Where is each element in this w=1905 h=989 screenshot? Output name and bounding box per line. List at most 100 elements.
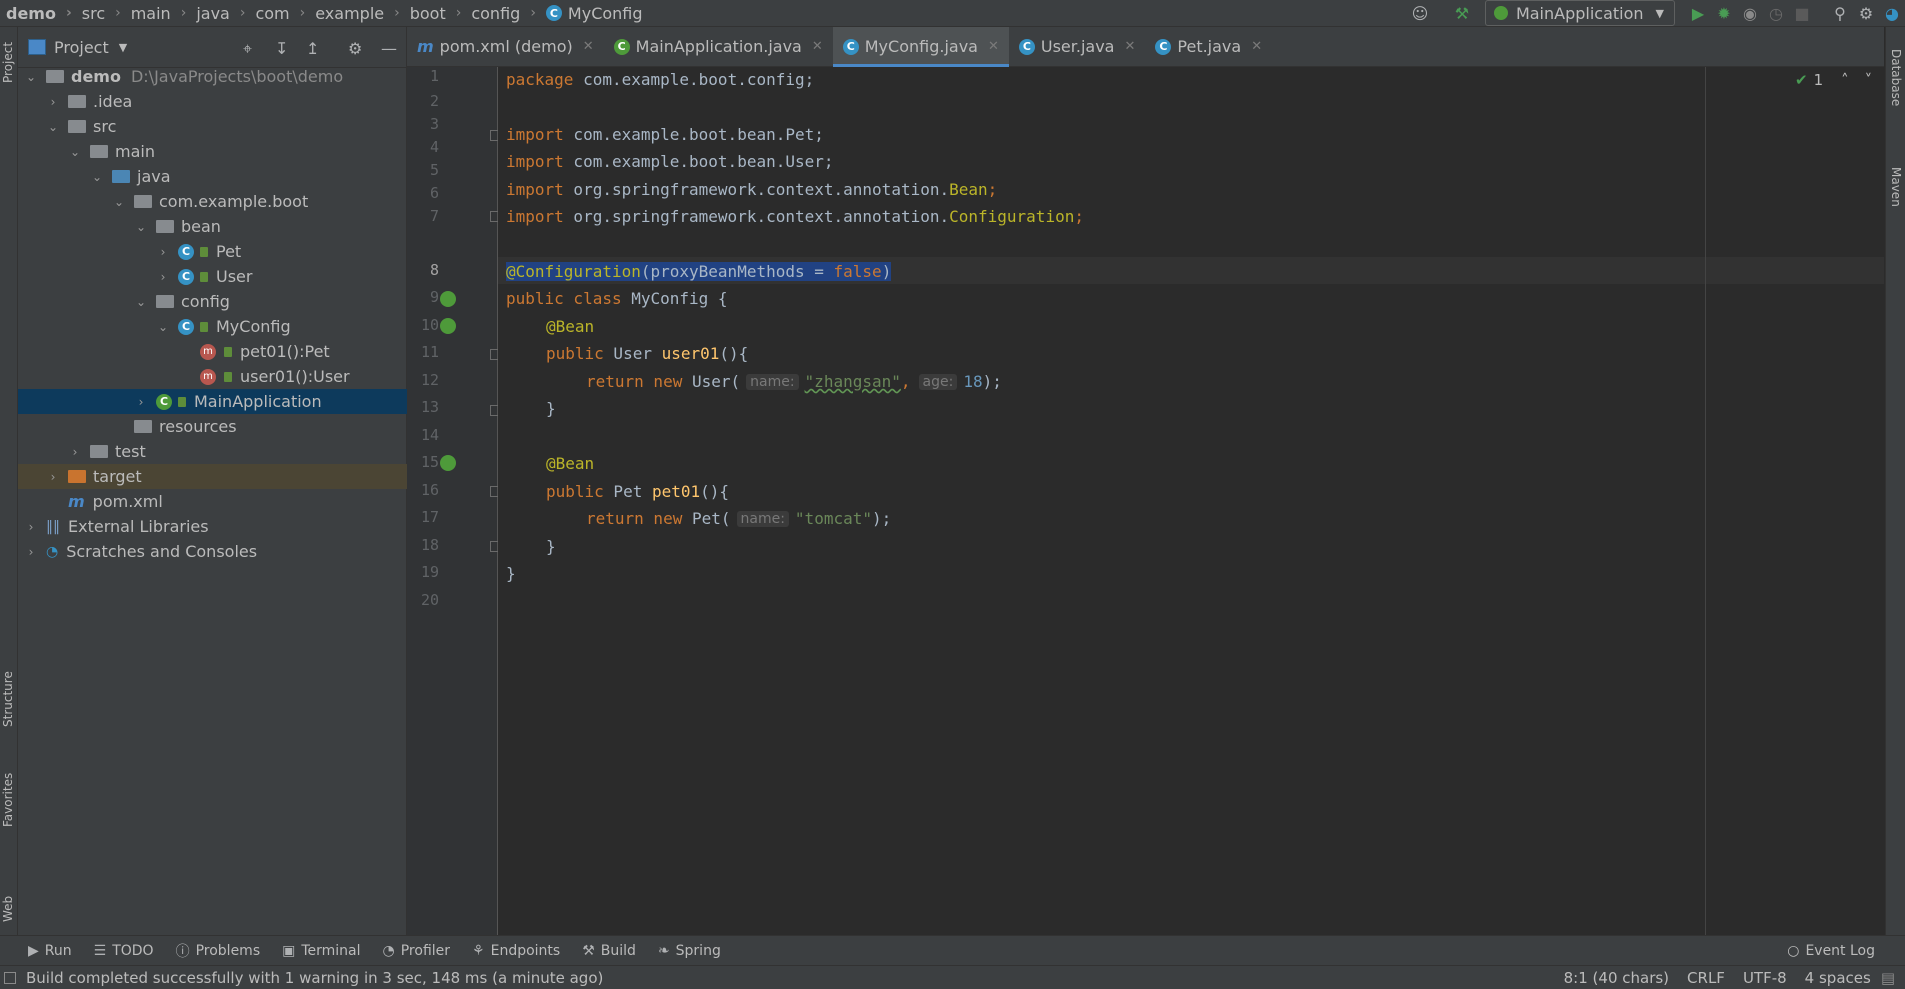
bean-gutter-icon[interactable] [440,318,456,334]
profile-icon[interactable]: ◷ [1763,0,1789,26]
status-message[interactable]: Build completed successfully with 1 warn… [26,969,603,987]
tab-mainapplication[interactable]: C MainApplication.java ✕ [604,27,833,66]
code-line: package com.example.boot.config; [506,67,814,92]
close-icon[interactable]: ✕ [1251,39,1262,54]
favorites-tool-window-button[interactable]: Favorites [1,773,15,827]
gear-icon[interactable]: ⚙ [1853,0,1879,26]
breadcrumb-label: main [130,3,171,23]
endpoints-tool-button[interactable]: ⚘ Endpoints [472,943,560,959]
tree-item-main[interactable]: ⌄ main [18,139,456,164]
class-icon: C [1155,38,1172,55]
web-tool-window-button[interactable]: Web [1,896,15,922]
debug-icon[interactable]: ✹ [1711,0,1737,26]
code-line: @Bean [546,451,594,476]
bean-gutter-icon[interactable] [440,291,456,307]
breadcrumb-example[interactable]: example › [315,4,399,23]
line-number: 12 [420,371,439,389]
tool-label: Event Log [1805,943,1875,959]
tree-item-label: src [93,117,117,136]
maven-tool-window-button[interactable]: Maven [1889,167,1903,207]
chevron-right-icon: › [299,5,306,21]
spring-tool-button[interactable]: ❧ Spring [658,943,721,959]
database-tool-window-button[interactable]: Database [1889,49,1903,106]
package-icon [156,220,174,233]
problems-tool-button[interactable]: ⓘ Problems [176,941,261,961]
locate-icon[interactable]: ⌖ [243,39,252,59]
chevron-down-icon[interactable]: ˅ [1865,71,1873,89]
editor-gutter[interactable]: 1 2 3 4 5 6 7 8 9 10 11 12 13 14 15 16 1… [407,67,498,935]
event-log-button[interactable]: ○ Event Log [1787,936,1875,966]
tree-item-demo[interactable]: ⌄ demo D:\JavaProjects\boot\demo [18,64,412,89]
run-configuration-select[interactable]: MainApplication ▼ [1484,0,1675,26]
indent-setting[interactable]: 4 spaces [1805,969,1871,987]
run-icon[interactable]: ▶ [1685,0,1711,26]
line-number: 19 [420,563,439,581]
tree-item-scratches[interactable]: › ◔ Scratches and Consoles [18,539,412,564]
caret-position[interactable]: 8:1 (40 chars) [1564,969,1669,987]
class-icon: C [1018,38,1035,55]
build-hammer-icon[interactable]: ⚒ [1449,0,1475,26]
close-icon[interactable]: ✕ [812,39,823,54]
breadcrumb-main[interactable]: main › [131,4,187,23]
favorites-tool-label: Favorites [1,772,15,827]
breadcrumb-com[interactable]: com › [255,4,305,23]
collapse-all-icon[interactable]: ↥ [306,39,319,58]
gear-icon[interactable]: ⚙ [348,39,362,58]
close-icon[interactable]: ✕ [583,39,594,54]
tree-item-test[interactable]: › test [18,439,456,464]
bean-gutter-icon[interactable] [440,455,456,471]
chevron-up-icon[interactable]: ˄ [1841,71,1849,89]
code-keyword: false [833,262,882,281]
folder-icon [68,120,86,133]
project-tool-window-button[interactable]: Project [1,42,15,83]
tree-item-label: main [115,142,155,161]
tab-pom-xml[interactable]: m pom.xml (demo) ✕ [407,27,604,66]
chevron-right-icon: › [239,5,246,21]
inspection-widget[interactable]: ✔ 1 ˄ ˅ [1795,71,1872,89]
tree-item-src[interactable]: ⌄ src [18,114,434,139]
breadcrumb-myconfig[interactable]: C MyConfig [545,4,643,23]
tab-myconfig[interactable]: C MyConfig.java ✕ [832,27,1010,67]
line-separator[interactable]: CRLF [1687,969,1725,987]
project-view-selector[interactable]: Project ▼ [28,38,127,57]
todo-tool-button[interactable]: ☰ TODO [94,943,154,959]
expand-all-icon[interactable]: ↧ [275,39,288,58]
spring-boot-icon [1493,6,1508,20]
tab-user[interactable]: C User.java ✕ [1009,27,1146,66]
bottom-tool-bar: ▶ Run ☰ TODO ⓘ Problems ▣ Terminal ◔ Profiler… [0,935,1905,966]
user-icon[interactable]: ☺ [1407,0,1433,26]
tab-pet[interactable]: C Pet.java ✕ [1145,27,1272,66]
profiler-tool-button[interactable]: ◔ Profiler [383,943,451,959]
build-tool-button[interactable]: ⚒ Build [582,943,636,959]
code-text: (){ [719,344,749,363]
stop-icon[interactable]: ■ [1789,0,1815,26]
search-icon[interactable]: ⚲ [1827,0,1853,26]
run-icon: ▶ [28,943,39,959]
breadcrumb-boot[interactable]: boot › [410,4,462,23]
tree-item-pom[interactable]: m pom.xml [18,489,456,514]
structure-tool-window-button[interactable]: Structure [1,671,15,727]
run-tool-button[interactable]: ▶ Run [28,943,72,959]
breadcrumb-java[interactable]: java › [196,4,245,23]
update-icon[interactable]: ◕ [1879,0,1905,26]
lock-icon[interactable]: ▤ [1881,969,1895,987]
coverage-icon[interactable]: ◉ [1737,0,1763,26]
code-text: } [506,564,516,583]
project-panel-header: Project ▼ ⌖ ↧ ↥ ⚙ — [18,27,406,68]
code-annotation: @Configuration [506,262,641,281]
tree-item-target[interactable]: › target [18,464,434,489]
breadcrumb-src[interactable]: src › [82,4,121,23]
hide-icon[interactable]: — [381,39,397,58]
file-encoding[interactable]: UTF-8 [1743,969,1787,987]
status-toggle-icon[interactable] [4,971,16,984]
folder-icon [90,445,108,458]
close-icon[interactable]: ✕ [988,39,999,54]
terminal-tool-button[interactable]: ▣ Terminal [282,943,360,959]
tree-item-idea[interactable]: › .idea [18,89,434,114]
chevron-down-icon: ⌄ [25,69,37,84]
breadcrumb-config[interactable]: config › [471,4,536,23]
code-line: @Configuration(proxyBeanMethods = false) [506,259,892,284]
close-icon[interactable]: ✕ [1124,39,1135,54]
breadcrumb-demo[interactable]: demo › [6,4,72,23]
tree-item-external-libraries[interactable]: › ‖‖ External Libraries [18,514,412,539]
